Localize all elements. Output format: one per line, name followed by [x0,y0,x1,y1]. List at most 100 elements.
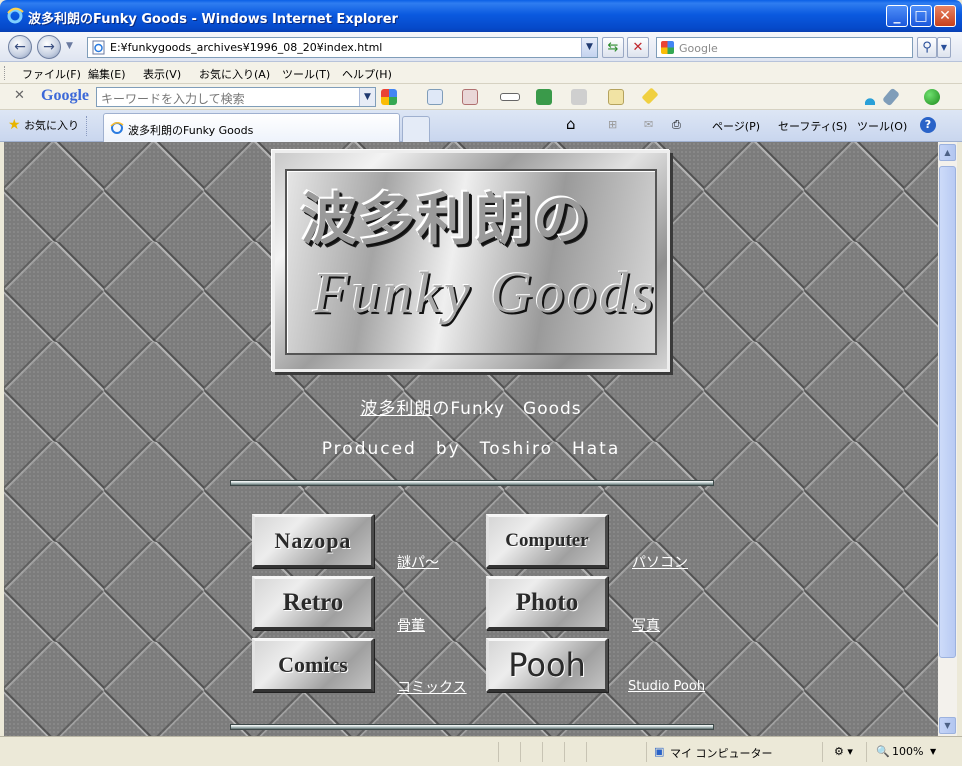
zoom-icon[interactable]: 🔍 [876,745,890,758]
tab-label: 波多利朗のFunky Goods [128,124,254,137]
popup-blocker-icon[interactable] [462,89,478,105]
back-arrow-icon: ← [14,39,26,55]
back-button[interactable]: ← [8,35,32,59]
wrench-icon[interactable] [882,87,900,107]
pooh-link[interactable]: Studio Pooh [628,679,705,694]
status-divider [866,742,867,762]
comics-link[interactable]: コミックス [397,677,467,697]
menu-file[interactable]: ファイル(F) [22,66,81,82]
home-icon[interactable]: ⌂ [566,115,576,133]
photo-link[interactable]: 写真 [632,615,660,635]
protected-mode-icon[interactable]: ⚙ ▾ [834,745,853,758]
google-toolbar: ✕ Google キーワードを入力して検索 ▼ [0,84,962,110]
nazopa-button[interactable]: Nazopa [252,514,374,568]
menu-view[interactable]: 表示(V) [143,66,181,82]
status-divider [520,742,521,762]
page-icon [92,40,105,55]
computer-link[interactable]: パソコン [632,552,688,572]
pooh-button[interactable]: Pooh [486,638,608,692]
status-bar: ▣ マイ コンピューター ⚙ ▾ 🔍 100% ▼ [0,736,962,766]
zoom-level[interactable]: 100% [892,745,923,758]
retro-label: Retro [282,589,344,616]
tab-funky-goods[interactable]: 波多利朗のFunky Goods [103,113,400,142]
logo-japanese-text: 波多利朗の [301,188,591,253]
chevron-down-icon: ▼ [940,43,948,52]
search-box[interactable]: Google [656,37,913,58]
comics-label: Comics [278,652,348,677]
nazopa-link[interactable]: 謎パ～ [397,552,439,572]
photo-button[interactable]: Photo [486,576,608,630]
chevron-down-icon[interactable]: ▼ [359,88,375,106]
google-logo[interactable]: Google [41,87,89,105]
subtitle-text: のFunky Goods [432,399,582,419]
help-icon[interactable]: ? [920,117,936,133]
favorites-button[interactable]: ★ お気に入り [8,117,79,133]
refresh-button[interactable]: ⇆ [602,37,624,58]
computer-button[interactable]: Computer [486,514,608,568]
title-bar: 波多利朗のFunky Goods - Windows Internet Expl… [0,0,962,32]
status-divider [822,742,823,762]
produced-by: Produced by Toshiro Hata [321,439,621,459]
google-search-icon[interactable] [381,89,397,105]
maximize-button[interactable]: □ [910,5,932,27]
vertical-scrollbar[interactable]: ▲ ▼ [938,142,957,736]
send-icon[interactable] [571,89,587,105]
scroll-down-icon[interactable]: ▼ [939,717,956,734]
highlighter-icon[interactable] [641,87,659,105]
close-button[interactable]: ✕ [934,5,956,27]
author-link[interactable]: 波多利朗 [360,399,432,419]
comics-button[interactable]: Comics [252,638,374,692]
safety-menu[interactable]: セーフティ(S) [778,118,847,134]
retro-button[interactable]: Retro [252,576,374,630]
tools-menu[interactable]: ツール(O) [857,118,907,134]
status-divider [646,742,647,762]
google-icon [661,41,674,54]
status-divider [498,742,499,762]
menu-help[interactable]: ヘルプ(H) [342,66,392,82]
address-toolbar: ← → ▼ E:¥funkygoods_archives¥1996_08_20¥… [0,32,962,62]
menu-edit[interactable]: 編集(E) [88,66,126,82]
close-icon: ✕ [939,8,951,24]
search-button[interactable]: ⚲ [917,37,937,58]
menu-favorites[interactable]: お気に入り(A) [199,66,270,82]
scroll-thumb[interactable] [939,166,956,658]
site-logo: 波多利朗の Funky Goods [272,150,670,372]
print-icon[interactable]: ⎙ [672,118,681,132]
address-field[interactable]: E:¥funkygoods_archives¥1996_08_20¥index.… [87,37,598,58]
wifi-icon[interactable] [862,89,878,105]
tab-bar: ★ お気に入り 波多利朗のFunky Goods ⌂ ⊞ ✉ ⎙ ページ(P) … [0,110,962,142]
bookmark-icon[interactable] [608,89,624,105]
site-subtitle: 波多利朗のFunky Goods [4,394,938,419]
page-icon [110,122,124,134]
logo-english-text: Funky Goods [313,260,657,325]
refresh-icon: ⇆ [607,40,619,55]
autofill-icon[interactable] [500,93,520,101]
status-dot-icon[interactable] [924,89,940,105]
toolbar-grip[interactable] [4,66,7,80]
address-dropdown-icon[interactable]: ▼ [581,38,597,57]
feeds-icon[interactable]: ⊞ [608,118,617,131]
divider-bottom [230,724,714,730]
favorites-label: お気に入り [24,119,80,132]
mail-icon[interactable]: ✉ [644,118,653,131]
menu-tools[interactable]: ツール(T) [282,66,330,82]
page-content: 波多利朗の Funky Goods 波多利朗のFunky Goods Produ… [4,142,938,736]
translate-icon[interactable] [427,89,443,105]
security-zone: マイ コンピューター [670,747,773,760]
close-toolbar-icon[interactable]: ✕ [14,88,25,103]
status-divider [564,742,565,762]
new-tab-button[interactable] [402,116,430,142]
check-icon[interactable] [536,89,552,105]
page-menu[interactable]: ページ(P) [712,118,760,134]
zoom-dropdown-icon[interactable]: ▼ [930,747,936,756]
history-dropdown-icon[interactable]: ▼ [66,41,73,51]
scroll-up-icon[interactable]: ▲ [939,144,956,161]
retro-link[interactable]: 骨董 [397,615,425,635]
forward-button[interactable]: → [37,35,61,59]
search-options-button[interactable]: ▼ [937,37,951,58]
address-url: E:¥funkygoods_archives¥1996_08_20¥index.… [110,41,383,54]
google-search-input[interactable]: キーワードを入力して検索 ▼ [96,87,376,107]
stop-button[interactable]: ✕ [627,37,649,58]
minimize-button[interactable]: _ [886,5,908,27]
star-icon: ★ [8,117,21,133]
